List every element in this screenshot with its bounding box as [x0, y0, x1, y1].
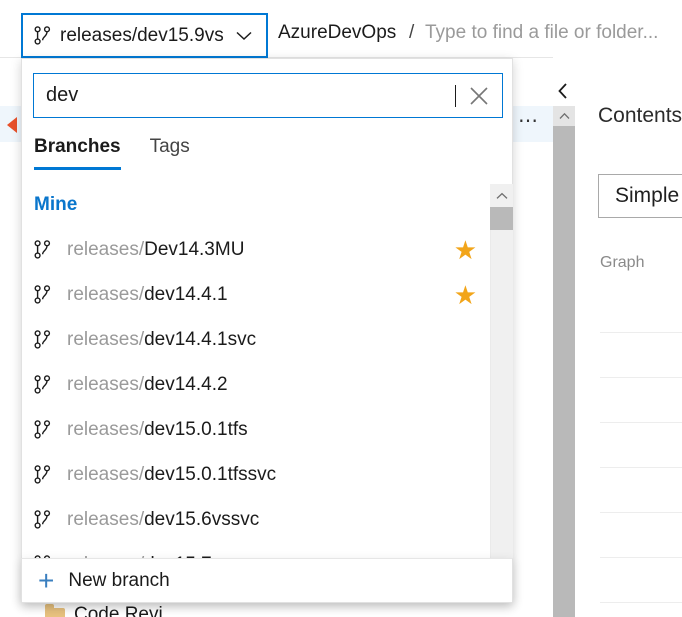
- tab-tags[interactable]: Tags: [150, 136, 190, 170]
- chevron-left-icon[interactable]: [552, 80, 574, 102]
- picker-tabs: Branches Tags: [34, 136, 190, 170]
- branch-path-prefix: releases/: [67, 328, 145, 350]
- branch-path-prefix: releases/: [67, 373, 145, 395]
- favorite-star-icon[interactable]: ★: [454, 237, 477, 263]
- branch-list-scrollbar-thumb[interactable]: [490, 207, 513, 230]
- branch-list-item-label: releases/dev14.4.2: [67, 374, 228, 396]
- branch-selector-button[interactable]: releases/dev15.9vs: [21, 13, 268, 58]
- favorite-star-icon[interactable]: ★: [454, 282, 477, 308]
- branch-path-prefix: releases/: [67, 418, 145, 440]
- app-root: ⋯ Code Revi Contents Simple Graph releas…: [0, 0, 682, 617]
- triangle-left-icon[interactable]: [7, 117, 17, 133]
- folder-icon: [45, 603, 65, 617]
- branch-path-suffix: dev14.4.1: [144, 283, 228, 305]
- branch-list-item-label: releases/dev14.4.1svc: [67, 329, 256, 351]
- branch-path-suffix: dev14.4.2: [144, 373, 228, 395]
- branch-icon: [34, 510, 51, 529]
- branch-list-item[interactable]: releases/dev14.4.2: [23, 362, 491, 407]
- branch-list-item-label: releases/Dev14.3MU: [67, 239, 244, 261]
- branch-selector-label: releases/dev15.9vs: [60, 24, 224, 46]
- branch-list-item-label: releases/dev15.0.1tfs: [67, 419, 248, 441]
- branch-list: releases/Dev14.3MU ★ releases/dev14.4.1 ★ re…: [23, 227, 491, 587]
- branch-list-item[interactable]: releases/dev14.4.1svc: [23, 317, 491, 362]
- branch-icon: [34, 330, 51, 349]
- breadcrumb-root[interactable]: AzureDevOps: [278, 22, 396, 44]
- branch-list-item-label: releases/dev14.4.1: [67, 284, 228, 306]
- branch-path-suffix: dev14.4.1svc: [144, 328, 257, 350]
- branch-icon: [34, 375, 51, 394]
- branch-path-prefix: releases/: [67, 283, 145, 305]
- path-search-placeholder[interactable]: Type to find a file or folder...: [425, 22, 658, 44]
- branch-picker-popup: Branches Tags Mine releases/Dev14.3MU★re…: [21, 58, 513, 603]
- branch-icon: [34, 420, 51, 439]
- list-divider: [600, 422, 682, 423]
- branch-list-scroll-up-button[interactable]: [490, 184, 513, 207]
- branch-search-box[interactable]: [33, 73, 503, 118]
- list-divider: [600, 467, 682, 468]
- close-icon[interactable]: [456, 74, 502, 117]
- branch-path-prefix: releases/: [67, 463, 145, 485]
- new-branch-label: New branch: [68, 569, 170, 591]
- page-scrollbar-thumb[interactable]: [553, 126, 575, 617]
- page-scrollbar-up-button[interactable]: [553, 106, 575, 126]
- branch-path-suffix: Dev14.3MU: [144, 238, 245, 260]
- branch-list-item-label: releases/dev15.0.1tfssvc: [67, 464, 276, 486]
- branch-list-scrollbar-track[interactable]: [490, 184, 513, 603]
- breadcrumb-separator: /: [409, 22, 415, 43]
- branch-path-prefix: releases/: [67, 238, 145, 260]
- search-input[interactable]: [34, 74, 465, 117]
- tab-branches[interactable]: Branches: [34, 136, 121, 170]
- chevron-down-icon: [233, 25, 255, 47]
- page-title: Contents: [598, 104, 682, 127]
- list-divider: [600, 377, 682, 378]
- background-folder-label: Code Revi: [74, 604, 163, 617]
- branch-path-suffix: dev15.0.1tfssvc: [144, 463, 277, 485]
- list-divider: [600, 557, 682, 558]
- branch-icon: [34, 285, 51, 304]
- branch-list-item-label: releases/dev15.6vssvc: [67, 509, 259, 531]
- branch-list-area: Mine releases/Dev14.3MU ★ releases/dev14.4…: [23, 184, 513, 603]
- branch-list-item[interactable]: releases/dev15.0.1tfs: [23, 407, 491, 452]
- plus-icon: +: [38, 564, 55, 596]
- branch-path-suffix: dev15.0.1tfs: [144, 418, 248, 440]
- branch-path-suffix: dev15.6vssvc: [144, 508, 260, 530]
- ellipsis-icon[interactable]: ⋯: [518, 111, 546, 134]
- view-mode-button[interactable]: Simple: [598, 174, 682, 218]
- branch-icon: [34, 240, 51, 259]
- branch-group-title: Mine: [34, 194, 78, 215]
- branch-list-item[interactable]: releases/dev15.0.1tfssvc: [23, 452, 491, 497]
- branch-icon: [34, 26, 51, 45]
- list-divider: [600, 512, 682, 513]
- branch-list-item[interactable]: releases/Dev14.3MU ★: [23, 227, 491, 272]
- branch-icon: [34, 465, 51, 484]
- new-branch-button[interactable]: + New branch: [21, 558, 513, 603]
- background-folder-row[interactable]: Code Revi: [45, 602, 163, 617]
- list-divider: [600, 602, 682, 603]
- list-divider: [600, 332, 682, 333]
- branch-path-prefix: releases/: [67, 508, 145, 530]
- branch-list-item[interactable]: releases/dev14.4.1 ★: [23, 272, 491, 317]
- graph-label: Graph: [600, 254, 645, 271]
- branch-list-item[interactable]: releases/dev15.6vssvc: [23, 497, 491, 542]
